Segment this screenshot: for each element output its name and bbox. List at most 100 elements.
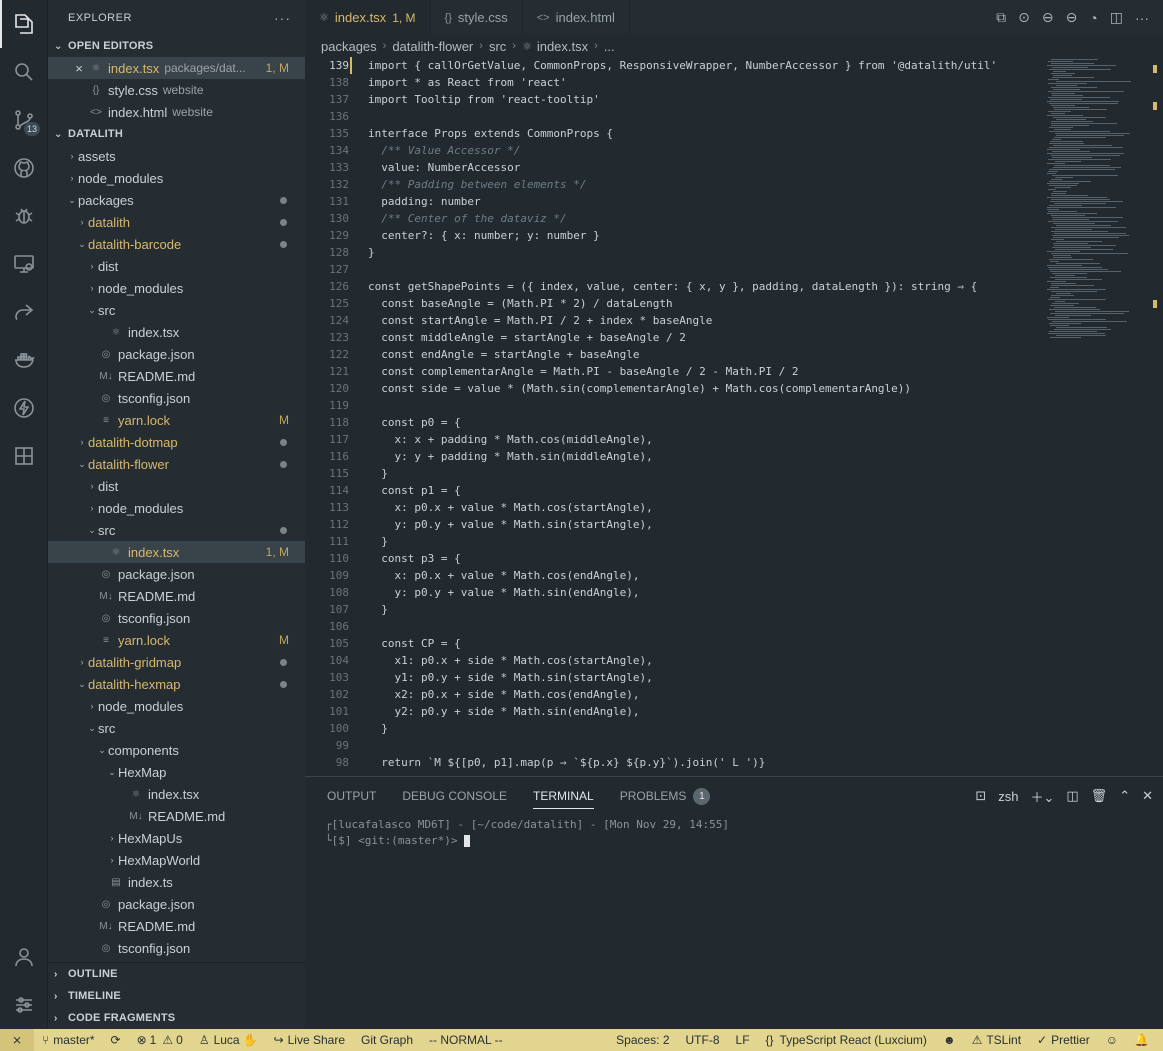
notifications-item[interactable]: 🔔 — [1126, 1029, 1157, 1051]
indentation-item[interactable]: Spaces: 2 — [608, 1029, 677, 1051]
tree-folder[interactable]: ⌄ src — [48, 717, 305, 739]
live-share-icon[interactable] — [0, 288, 48, 336]
tab-problems[interactable]: PROBLEMS 1 — [620, 777, 711, 815]
tree-file[interactable]: ⚛ index.tsx — [48, 321, 305, 343]
git-graph-item[interactable]: Git Graph — [353, 1029, 421, 1051]
accounts-icon[interactable] — [0, 933, 48, 981]
explorer-icon[interactable] — [0, 0, 48, 48]
eol-item[interactable]: LF — [728, 1029, 758, 1051]
tree-file[interactable]: M↓ README.md — [48, 585, 305, 607]
user-item[interactable]: ♙ Luca ✋ — [191, 1029, 266, 1051]
problems-item[interactable]: ⊗ 1 ⚠ 0 — [129, 1029, 191, 1051]
debug-icon[interactable] — [0, 192, 48, 240]
tree-folder[interactable]: › node_modules — [48, 497, 305, 519]
tree-file[interactable]: ◎ tsconfig.json — [48, 387, 305, 409]
outline-section[interactable]: › OUTLINE — [48, 963, 305, 985]
tree-folder[interactable]: › node_modules — [48, 695, 305, 717]
tree-folder[interactable]: › datalith — [48, 211, 305, 233]
tree-folder[interactable]: ⌄ packages — [48, 189, 305, 211]
tree-folder[interactable]: ⌄ src — [48, 519, 305, 541]
git-commit-icon[interactable]: ⊙ — [1018, 9, 1030, 26]
git-previous-icon[interactable]: ⊖ — [1042, 9, 1054, 26]
more-actions-icon[interactable]: ··· — [1135, 10, 1149, 26]
tree-file[interactable]: ◎ package.json — [48, 563, 305, 585]
docker-icon[interactable] — [0, 336, 48, 384]
remote-indicator[interactable]: ⨯ — [0, 1029, 34, 1051]
split-editor-icon[interactable]: ◫ — [1110, 9, 1123, 26]
tree-file[interactable]: M↓ README.md — [48, 915, 305, 937]
tree-folder[interactable]: › dist — [48, 475, 305, 497]
open-editor-item[interactable]: × ⚛ index.tsx packages/dat... 1, M — [48, 57, 305, 79]
tree-folder[interactable]: ⌄ datalith-hexmap — [48, 673, 305, 695]
extensions-icon[interactable] — [0, 432, 48, 480]
tree-folder[interactable]: › datalith-gridmap — [48, 651, 305, 673]
git-next-icon[interactable]: ⊖ — [1066, 9, 1078, 26]
tree-file[interactable]: ▤ index.ts — [48, 871, 305, 893]
tab-index-tsx[interactable]: ⚛ index.tsx 1, M — [305, 0, 431, 35]
close-icon[interactable]: × — [72, 61, 86, 76]
tree-folder[interactable]: ⌄ HexMap — [48, 761, 305, 783]
split-terminal-icon[interactable]: ◫ — [1066, 788, 1078, 804]
workspace-section[interactable]: ⌄ DATALITH — [48, 123, 305, 145]
breadcrumb-item[interactable]: packages — [321, 39, 377, 54]
tab-terminal[interactable]: TERMINAL — [533, 777, 594, 815]
tree-folder[interactable]: › HexMapUs — [48, 827, 305, 849]
tab-index-html[interactable]: <> index.html — [523, 0, 630, 35]
tree-file[interactable]: ⚛ index.tsx 1, M — [48, 541, 305, 563]
tree-file[interactable]: ◎ package.json — [48, 893, 305, 915]
tree-folder[interactable]: › node_modules — [48, 167, 305, 189]
copilot-item[interactable]: ☻ — [935, 1029, 964, 1051]
github-icon[interactable] — [0, 144, 48, 192]
trash-icon[interactable]: 🗑 — [1091, 788, 1108, 804]
tree-folder[interactable]: › assets — [48, 145, 305, 167]
translate-icon[interactable]: ⧉ — [996, 9, 1006, 26]
breadcrumb-item[interactable]: src — [489, 39, 506, 54]
language-item[interactable]: {} TypeScript React (Luxcium) — [758, 1029, 935, 1051]
breadcrumb-item[interactable]: datalith-flower — [392, 39, 473, 54]
feedback-item[interactable]: ☺ — [1098, 1029, 1126, 1051]
tab-debug-console[interactable]: DEBUG CONSOLE — [402, 777, 507, 815]
tree-file[interactable]: M↓ README.md — [48, 805, 305, 827]
tab-output[interactable]: OUTPUT — [327, 777, 376, 815]
maximize-panel-icon[interactable]: ⌃ — [1119, 788, 1130, 804]
breadcrumb-item[interactable]: ... — [604, 39, 615, 54]
shell-select[interactable]: zsh — [998, 789, 1018, 804]
tree-file[interactable]: ≡ yarn.lock M — [48, 629, 305, 651]
tree-file[interactable]: ≡ yarn.lock M — [48, 409, 305, 431]
tree-file[interactable]: ◎ package.json — [48, 343, 305, 365]
tree-file[interactable]: ◎ tsconfig.json — [48, 607, 305, 629]
code-lines[interactable]: import { callOrGetValue, CommonProps, Re… — [368, 57, 1038, 771]
minimap[interactable] — [1041, 57, 1153, 776]
code-fragments-section[interactable]: › CODE FRAGMENTS — [48, 1007, 305, 1029]
tree-folder[interactable]: ⌄ components — [48, 739, 305, 761]
tree-file[interactable]: M↓ README.md — [48, 365, 305, 387]
timeline-icon[interactable]: ◔ — [1089, 10, 1097, 26]
remote-explorer-icon[interactable] — [0, 240, 48, 288]
open-editor-item[interactable]: <> index.html website — [48, 101, 305, 123]
tree-folder[interactable]: › dist — [48, 255, 305, 277]
encoding-item[interactable]: UTF-8 — [678, 1029, 728, 1051]
more-actions-icon[interactable]: ··· — [274, 10, 291, 26]
sync-item[interactable]: ⟳ — [103, 1029, 129, 1051]
tree-folder[interactable]: ⌄ datalith-barcode — [48, 233, 305, 255]
open-editor-item[interactable]: {} style.css website — [48, 79, 305, 101]
timeline-section[interactable]: › TIMELINE — [48, 985, 305, 1007]
search-icon[interactable] — [0, 48, 48, 96]
code-editor[interactable]: 139 138 137 136 135 134 133 132 131 130 129 128 127 1… — [305, 57, 1041, 776]
editor-scrollbar[interactable] — [1153, 57, 1163, 776]
tree-file[interactable]: ⚛ index.tsx — [48, 783, 305, 805]
tab-style-css[interactable]: {} style.css — [431, 0, 523, 35]
branch-item[interactable]: ⑂ master* — [34, 1029, 103, 1051]
tree-folder[interactable]: › node_modules — [48, 277, 305, 299]
tree-folder[interactable]: › datalith-dotmap — [48, 431, 305, 453]
breadcrumb-item[interactable]: index.tsx — [537, 39, 588, 54]
lightning-icon[interactable] — [0, 384, 48, 432]
live-share-item[interactable]: ↪ Live Share — [266, 1029, 353, 1051]
tree-folder[interactable]: › HexMapWorld — [48, 849, 305, 871]
prettier-item[interactable]: ✓ Prettier — [1029, 1029, 1098, 1051]
terminal-output[interactable]: ┌[lucafalasco MD6T] - [~/code/datalith] … — [325, 817, 729, 849]
tree-file[interactable]: ◎ tsconfig.json — [48, 937, 305, 959]
manage-gear-icon[interactable] — [0, 981, 48, 1029]
tree-folder[interactable]: ⌄ datalith-flower — [48, 453, 305, 475]
tree-folder[interactable]: ⌄ src — [48, 299, 305, 321]
